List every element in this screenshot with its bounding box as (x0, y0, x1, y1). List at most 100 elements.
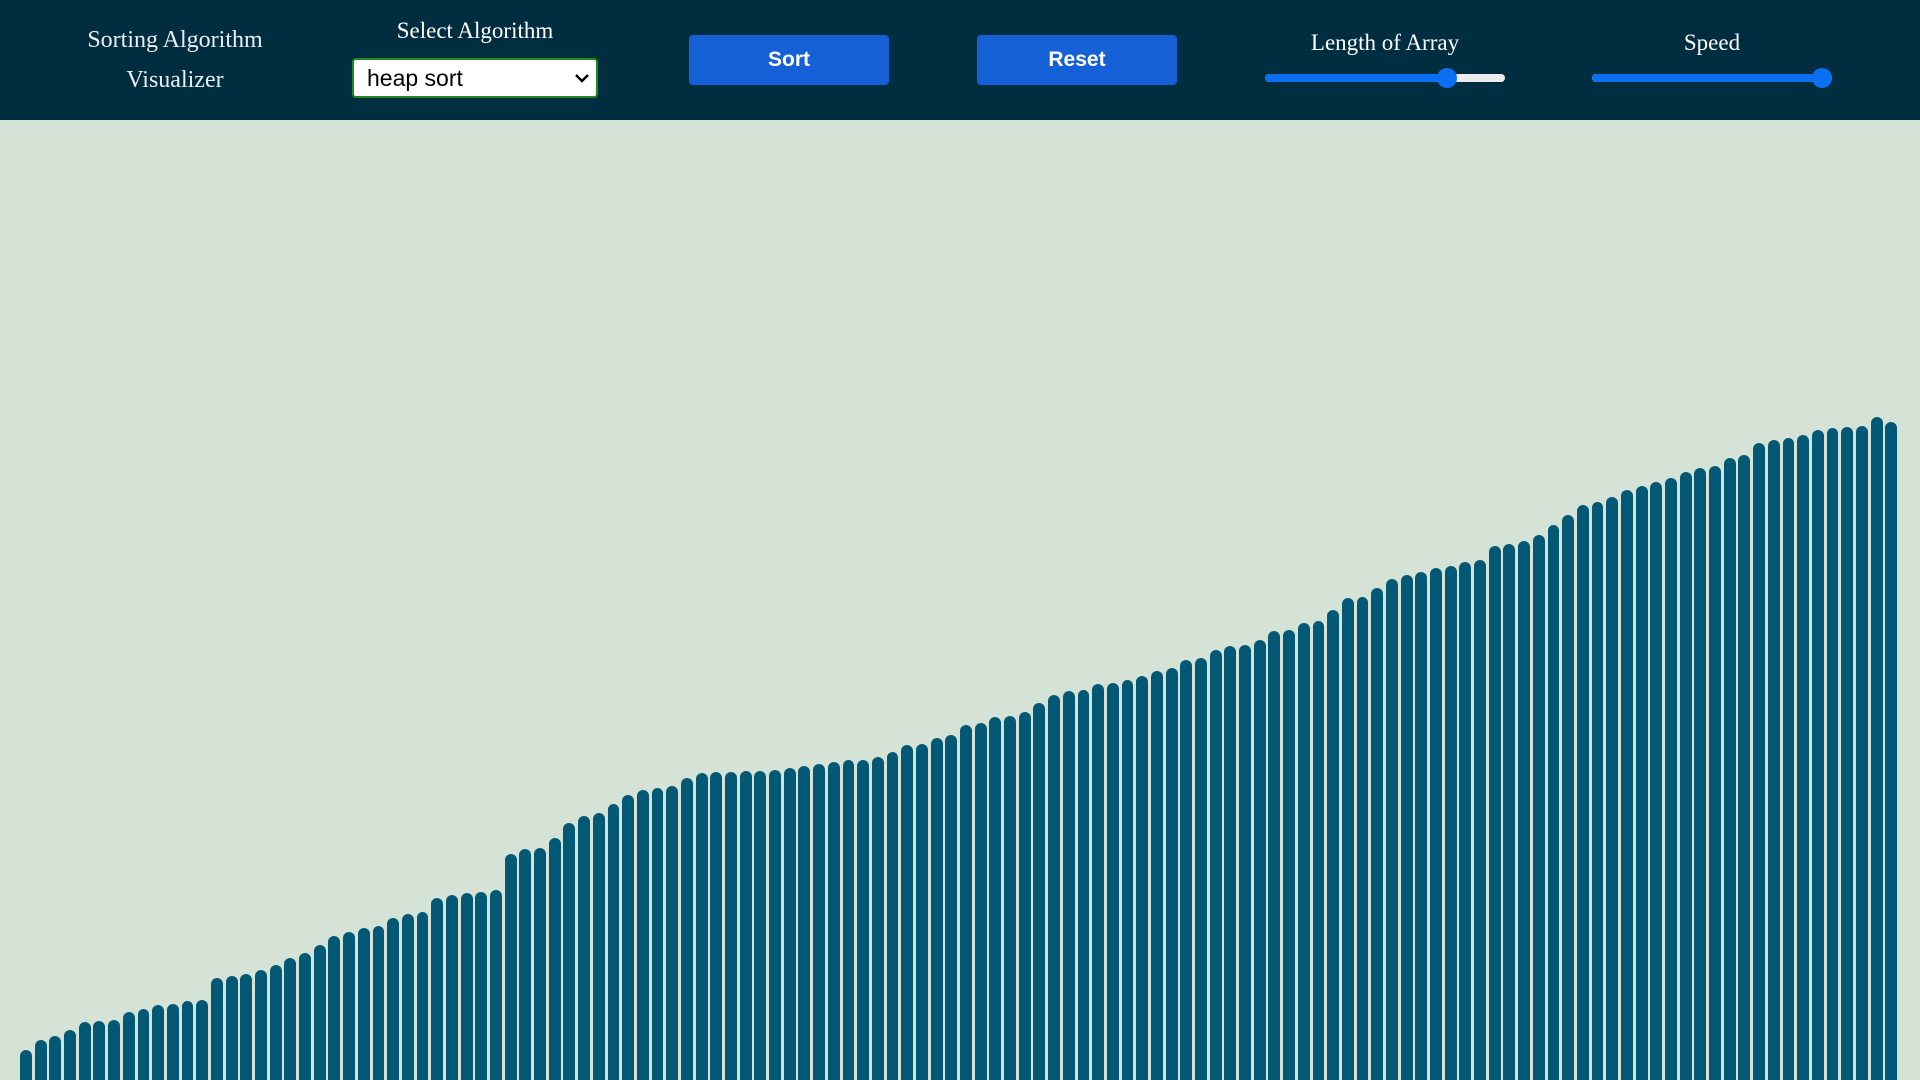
array-bar (842, 760, 855, 1080)
array-bar (1077, 690, 1090, 1080)
array-bar (1092, 684, 1105, 1080)
array-bar (1033, 703, 1046, 1080)
array-bar (1518, 541, 1530, 1080)
array-bar (1195, 658, 1207, 1080)
array-bar (857, 760, 870, 1080)
array-bar (1709, 466, 1721, 1080)
array-bar (1253, 640, 1266, 1080)
array-bar (1885, 422, 1898, 1080)
array-bar (1841, 427, 1854, 1080)
array-bar (1753, 443, 1765, 1080)
array-bar (930, 738, 943, 1080)
array-bar (1635, 486, 1648, 1080)
array-bar (960, 725, 972, 1080)
array-bar (534, 848, 546, 1080)
array-bar (122, 1012, 135, 1080)
array-bar (152, 1005, 165, 1080)
array-bar (1341, 598, 1354, 1080)
length-of-array-slider[interactable] (1265, 67, 1505, 89)
array-bar (945, 735, 958, 1080)
array-bar (1121, 680, 1134, 1080)
array-bar (1444, 566, 1457, 1080)
array-bar (1576, 505, 1589, 1080)
array-bar (1738, 455, 1751, 1080)
array-bar (548, 838, 561, 1080)
array-bar (1415, 572, 1428, 1080)
array-bar (636, 790, 649, 1080)
array-bar (196, 1000, 209, 1080)
top-navbar: Sorting Algorithm Visualizer Select Algo… (0, 0, 1920, 120)
array-bar (78, 1022, 91, 1080)
array-bar (1474, 560, 1486, 1080)
array-bar (563, 823, 576, 1080)
array-bar (269, 965, 282, 1080)
array-bar (1547, 525, 1560, 1080)
array-bar (1679, 472, 1692, 1080)
array-bar (225, 976, 238, 1080)
array-bar (813, 764, 825, 1080)
array-bar (1150, 671, 1163, 1080)
array-bar (1327, 610, 1340, 1080)
array-bar (1268, 631, 1281, 1080)
array-bar (1018, 712, 1031, 1080)
array-bar (1826, 428, 1839, 1080)
array-bar (490, 890, 502, 1080)
array-bar (1532, 535, 1545, 1080)
chevron-down-icon (575, 74, 589, 83)
reset-button[interactable]: Reset (977, 35, 1177, 85)
array-bar (886, 752, 899, 1080)
array-bar (475, 892, 488, 1080)
array-bar (1488, 546, 1501, 1080)
array-bar (695, 773, 708, 1080)
array-bar (769, 770, 781, 1080)
array-bar (1855, 426, 1868, 1080)
algorithm-select[interactable]: heap sort (352, 58, 598, 98)
array-bar (1297, 623, 1310, 1080)
array-bar (989, 717, 1002, 1080)
array-bar (783, 768, 796, 1080)
array-bar (328, 936, 341, 1080)
array-bar (1048, 695, 1060, 1080)
array-bar (1224, 646, 1237, 1080)
array-bar (1797, 435, 1810, 1080)
array-bar (181, 1001, 194, 1080)
array-bars-container (0, 120, 1920, 1080)
array-bar (137, 1009, 150, 1080)
array-bar (592, 813, 605, 1080)
array-bar (387, 918, 400, 1080)
speed-slider-fill (1592, 74, 1823, 82)
sort-button[interactable]: Sort (689, 35, 889, 85)
array-bar (901, 745, 914, 1080)
array-bar (651, 788, 664, 1080)
array-bar (416, 912, 429, 1080)
array-bar (299, 953, 311, 1080)
array-bar (710, 772, 723, 1080)
array-bar (1767, 440, 1780, 1080)
array-bar (1811, 430, 1824, 1080)
array-bar (460, 893, 473, 1080)
array-bar (725, 772, 737, 1080)
length-slider-thumb[interactable] (1437, 68, 1458, 88)
array-bar (1606, 497, 1619, 1080)
array-bar (49, 1036, 62, 1080)
select-algorithm-label: Select Algorithm (396, 18, 554, 43)
speed-slider[interactable] (1592, 67, 1833, 89)
array-bar (1180, 660, 1193, 1080)
array-bar (1400, 575, 1413, 1080)
array-bar (1209, 650, 1222, 1080)
array-bar (1591, 502, 1604, 1080)
array-bar (1062, 691, 1075, 1080)
array-bar (871, 757, 884, 1080)
array-bar (357, 928, 370, 1080)
app-title-line2: Visualizer (126, 67, 224, 93)
array-bar (445, 895, 458, 1080)
array-bar (343, 932, 355, 1080)
array-bar (34, 1040, 47, 1080)
array-bar (1665, 478, 1677, 1080)
array-bar (1870, 417, 1883, 1080)
array-bar (739, 771, 752, 1080)
array-bar (64, 1030, 76, 1080)
speed-slider-thumb[interactable] (1812, 68, 1833, 88)
array-bar (1165, 668, 1178, 1080)
array-bar (1723, 458, 1736, 1080)
